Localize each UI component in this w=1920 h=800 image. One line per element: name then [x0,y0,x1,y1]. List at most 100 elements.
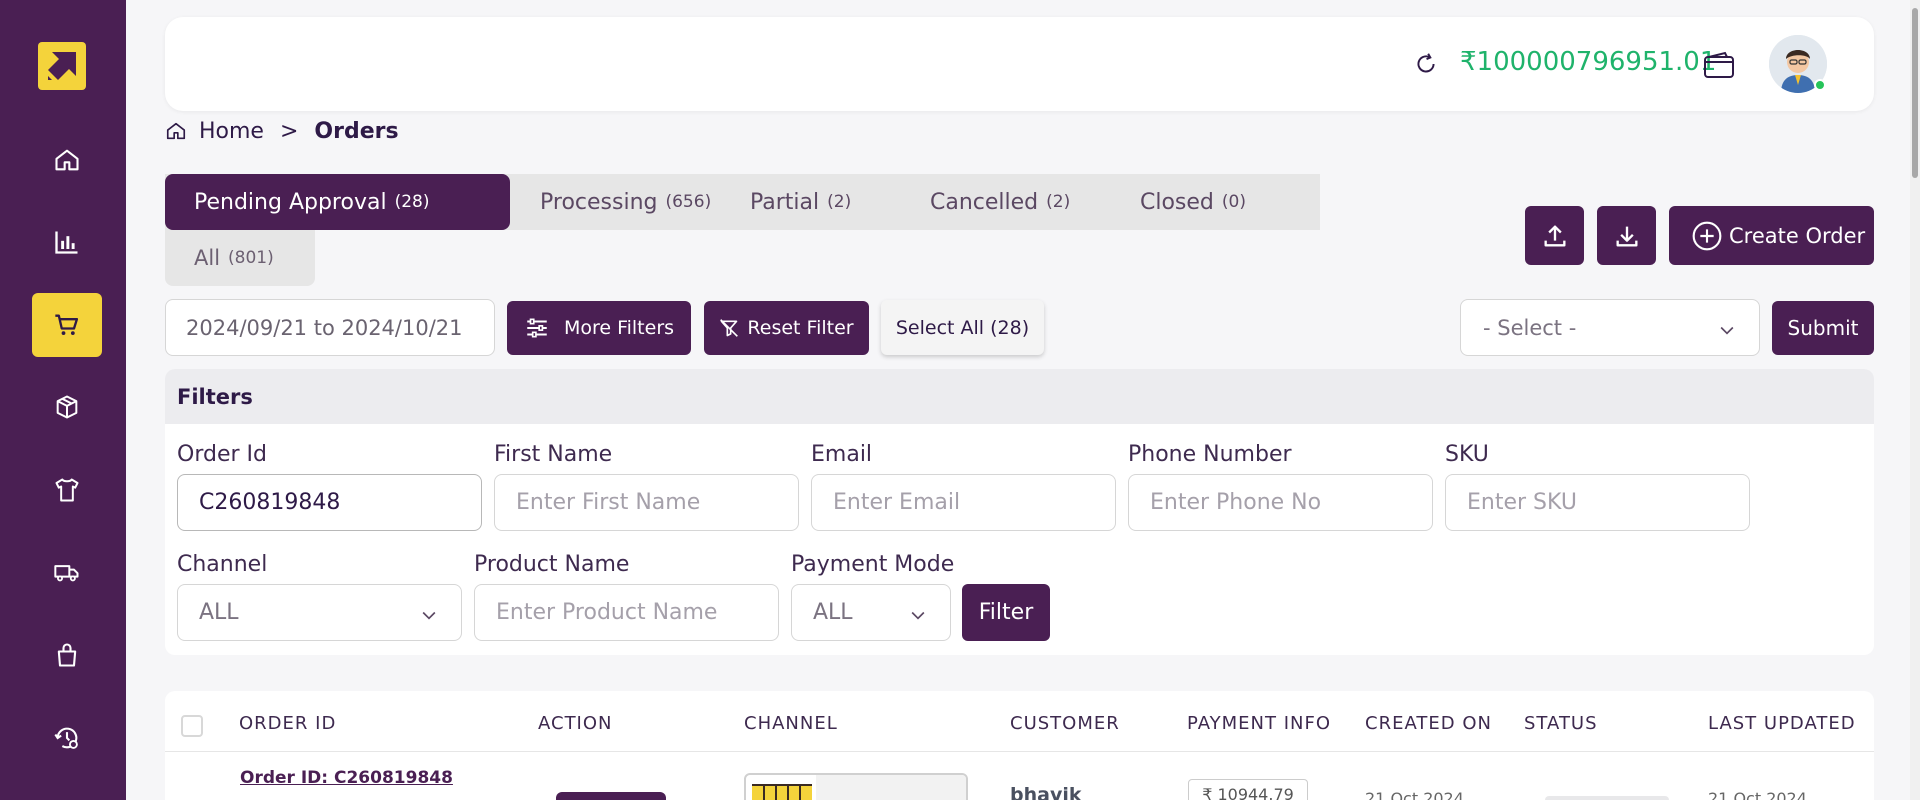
arrow-logo-icon [48,52,76,80]
sidebar-item-home[interactable] [32,128,102,192]
breadcrumb: Home > Orders [165,118,399,144]
row-action-button[interactable] [556,792,666,800]
customer-name: bhavik [1010,784,1082,800]
product-name-label: Product Name [474,552,630,577]
plus-circle-icon [1692,221,1722,250]
cart-icon [55,314,79,336]
column-header[interactable]: CUSTOMER [1010,713,1120,734]
tab-count: (801) [228,248,274,268]
wallet-icon[interactable] [1703,51,1735,81]
sidebar-item-shipping[interactable] [32,540,102,604]
column-header[interactable]: CREATED ON [1365,713,1492,734]
refresh-icon[interactable] [1413,51,1439,77]
home-icon[interactable] [165,120,187,142]
sidebar-item-settings[interactable] [32,706,102,770]
column-header[interactable]: CHANNEL [744,713,838,734]
settings-history-icon [54,727,78,749]
header-divider [165,751,1874,752]
sidebar-item-catalog[interactable] [32,458,102,522]
breadcrumb-home[interactable]: Home [199,119,264,144]
channel-select[interactable]: ALL [177,584,462,641]
email-input[interactable]: Enter Email [811,474,1116,531]
store-awning-icon [752,775,966,800]
phone-label: Phone Number [1128,442,1292,467]
tab-count: (0) [1221,192,1246,212]
payment-mode-select[interactable]: ALL [791,584,951,641]
tab-label: Processing [540,189,658,215]
product-name-input[interactable]: Enter Product Name [474,584,779,641]
more-filters-button[interactable]: More Filters [507,301,691,355]
column-header[interactable]: LAST UPDATED [1708,713,1856,734]
sku-input[interactable]: Enter SKU [1445,474,1750,531]
tab-count: (2) [827,192,852,212]
chevron-down-icon [911,611,925,620]
order-id-link[interactable]: Order ID: C260819848 [240,768,453,788]
column-header[interactable]: PAYMENT INFO [1187,713,1331,734]
sidebar-item-orders[interactable] [32,293,102,357]
tab-count: (28) [394,192,430,212]
wallet-balance: ₹100000796951.01 [1460,47,1717,77]
upload-icon [1544,225,1565,246]
download-icon [1616,226,1637,246]
column-header[interactable]: STATUS [1524,713,1598,734]
breadcrumb-separator: > [279,118,299,144]
date-range-input[interactable]: 2024/09/21 to 2024/10/21 [165,299,495,356]
column-header[interactable]: ORDER ID [239,713,336,734]
channel-label: Channel [177,552,268,577]
box-icon [56,395,78,419]
bag-icon [57,643,77,667]
reset-filter-label: Reset Filter [747,317,854,339]
download-button[interactable] [1597,206,1656,265]
tab-processing[interactable]: Processing (656) [540,174,711,230]
chevron-down-icon [422,611,436,620]
create-order-label: Create Order [1729,223,1866,248]
sidebar-item-shop[interactable] [32,623,102,687]
submit-button[interactable]: Submit [1772,301,1874,355]
order-id-label: Order Id [177,442,267,467]
phone-input[interactable]: Enter Phone No [1128,474,1433,531]
breadcrumb-current: Orders [314,118,399,144]
bulk-action-select[interactable]: - Select - [1460,299,1760,356]
updated-date: 21 Oct 2024 [1708,789,1807,800]
tab-label: All [194,246,221,270]
filter-off-icon [720,319,739,337]
tab-label: Pending Approval [194,189,387,215]
tab-label: Closed [1140,189,1214,215]
tab-closed[interactable]: Closed (0) [1140,174,1246,230]
orders-table: ORDER ID ACTION CHANNEL CUSTOMER PAYMENT… [165,691,1874,800]
upload-button[interactable] [1525,206,1584,265]
filters-title: Filters [165,369,1874,424]
tab-label: Cancelled [930,189,1039,215]
tab-all[interactable]: All (801) [165,230,315,286]
channel-value: ALL [199,600,239,625]
tab-cancelled[interactable]: Cancelled (2) [930,174,1070,230]
brand-logo[interactable] [38,42,86,90]
sliders-icon [527,318,547,338]
filter-button[interactable]: Filter [962,584,1050,641]
order-id-input[interactable]: C260819848 [177,474,482,531]
chevron-down-icon [1720,326,1734,335]
filters-panel: Filters Order Id C260819848 First Name E… [165,369,1874,655]
payment-amount: ₹ 10944.79 [1188,779,1308,800]
first-name-input[interactable]: Enter First Name [494,474,799,531]
payment-mode-label: Payment Mode [791,552,955,577]
tab-pending-approval[interactable]: Pending Approval (28) [165,174,510,230]
created-date: 21 Oct 2024 [1365,789,1464,800]
tshirt-icon [55,478,79,502]
first-name-label: First Name [494,442,613,467]
scrollbar-thumb[interactable] [1912,8,1918,178]
payment-mode-value: ALL [813,600,853,625]
chart-icon [55,231,78,254]
more-filters-label: More Filters [563,317,675,339]
tab-partial[interactable]: Partial (2) [750,174,851,230]
sidebar-item-products[interactable] [32,375,102,439]
column-header: ACTION [538,713,613,734]
create-order-button[interactable]: Create Order [1669,206,1874,265]
status-badge [1545,796,1669,800]
select-all-checkbox[interactable] [181,715,203,737]
sku-label: SKU [1445,442,1489,467]
select-all-button[interactable]: Select All (28) [881,300,1044,355]
reset-filter-button[interactable]: Reset Filter [704,301,869,355]
email-label: Email [811,442,873,467]
sidebar-item-analytics[interactable] [32,210,102,274]
